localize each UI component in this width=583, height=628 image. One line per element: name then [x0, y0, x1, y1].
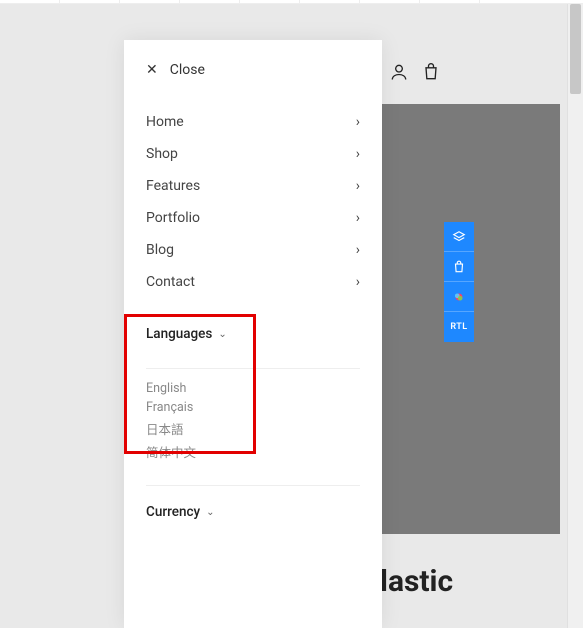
language-option-english[interactable]: English [146, 379, 360, 398]
chevron-right-icon: › [356, 242, 360, 258]
currency-label: Currency [146, 504, 200, 520]
nav-label: Features [146, 178, 200, 194]
nav-item-features[interactable]: Features › [146, 170, 360, 202]
language-option-francais[interactable]: Français [146, 398, 360, 417]
nav-item-shop[interactable]: Shop › [146, 138, 360, 170]
language-list: English Français 日本語 简体中文 [124, 369, 382, 469]
mobile-menu-drawer: ✕ Close Home › Shop › Features › Portfol… [124, 40, 382, 628]
nav-label: Contact [146, 274, 195, 290]
chevron-down-icon: ⌄ [218, 329, 226, 340]
bag-icon[interactable] [421, 62, 441, 82]
languages-label: Languages [146, 326, 212, 342]
toolbar-layers-button[interactable] [444, 222, 474, 252]
chevron-right-icon: › [356, 146, 360, 162]
language-option-japanese[interactable]: 日本語 [146, 417, 360, 440]
nav-item-contact[interactable]: Contact › [146, 266, 360, 298]
nav-label: Portfolio [146, 210, 200, 226]
languages-toggle[interactable]: Languages ⌄ [146, 326, 360, 342]
demo-side-toolbar: RTL [444, 222, 474, 342]
rtl-label: RTL [450, 322, 467, 332]
nav-item-blog[interactable]: Blog › [146, 234, 360, 266]
account-icon[interactable] [389, 62, 409, 82]
language-option-chinese[interactable]: 简体中文 [146, 440, 360, 463]
chevron-right-icon: › [356, 178, 360, 194]
nav-list: Home › Shop › Features › Portfolio › Blo… [124, 96, 382, 308]
chevron-right-icon: › [356, 210, 360, 226]
currency-toggle[interactable]: Currency ⌄ [146, 504, 360, 520]
vertical-scrollbar[interactable] [567, 4, 583, 628]
toolbar-rtl-button[interactable]: RTL [444, 312, 474, 342]
chevron-down-icon: ⌄ [206, 507, 214, 518]
chevron-right-icon: › [356, 114, 360, 130]
toolbar-cart-button[interactable] [444, 252, 474, 282]
nav-item-portfolio[interactable]: Portfolio › [146, 202, 360, 234]
close-button[interactable]: Close [170, 62, 205, 78]
close-icon[interactable]: ✕ [146, 62, 158, 78]
chevron-right-icon: › [356, 274, 360, 290]
toolbar-color-button[interactable] [444, 282, 474, 312]
hero-word-fragment: lastic [380, 564, 453, 599]
scrollbar-thumb[interactable] [570, 4, 581, 94]
nav-label: Shop [146, 146, 178, 162]
nav-item-home[interactable]: Home › [146, 106, 360, 138]
nav-label: Blog [146, 242, 174, 258]
nav-label: Home [146, 114, 184, 130]
